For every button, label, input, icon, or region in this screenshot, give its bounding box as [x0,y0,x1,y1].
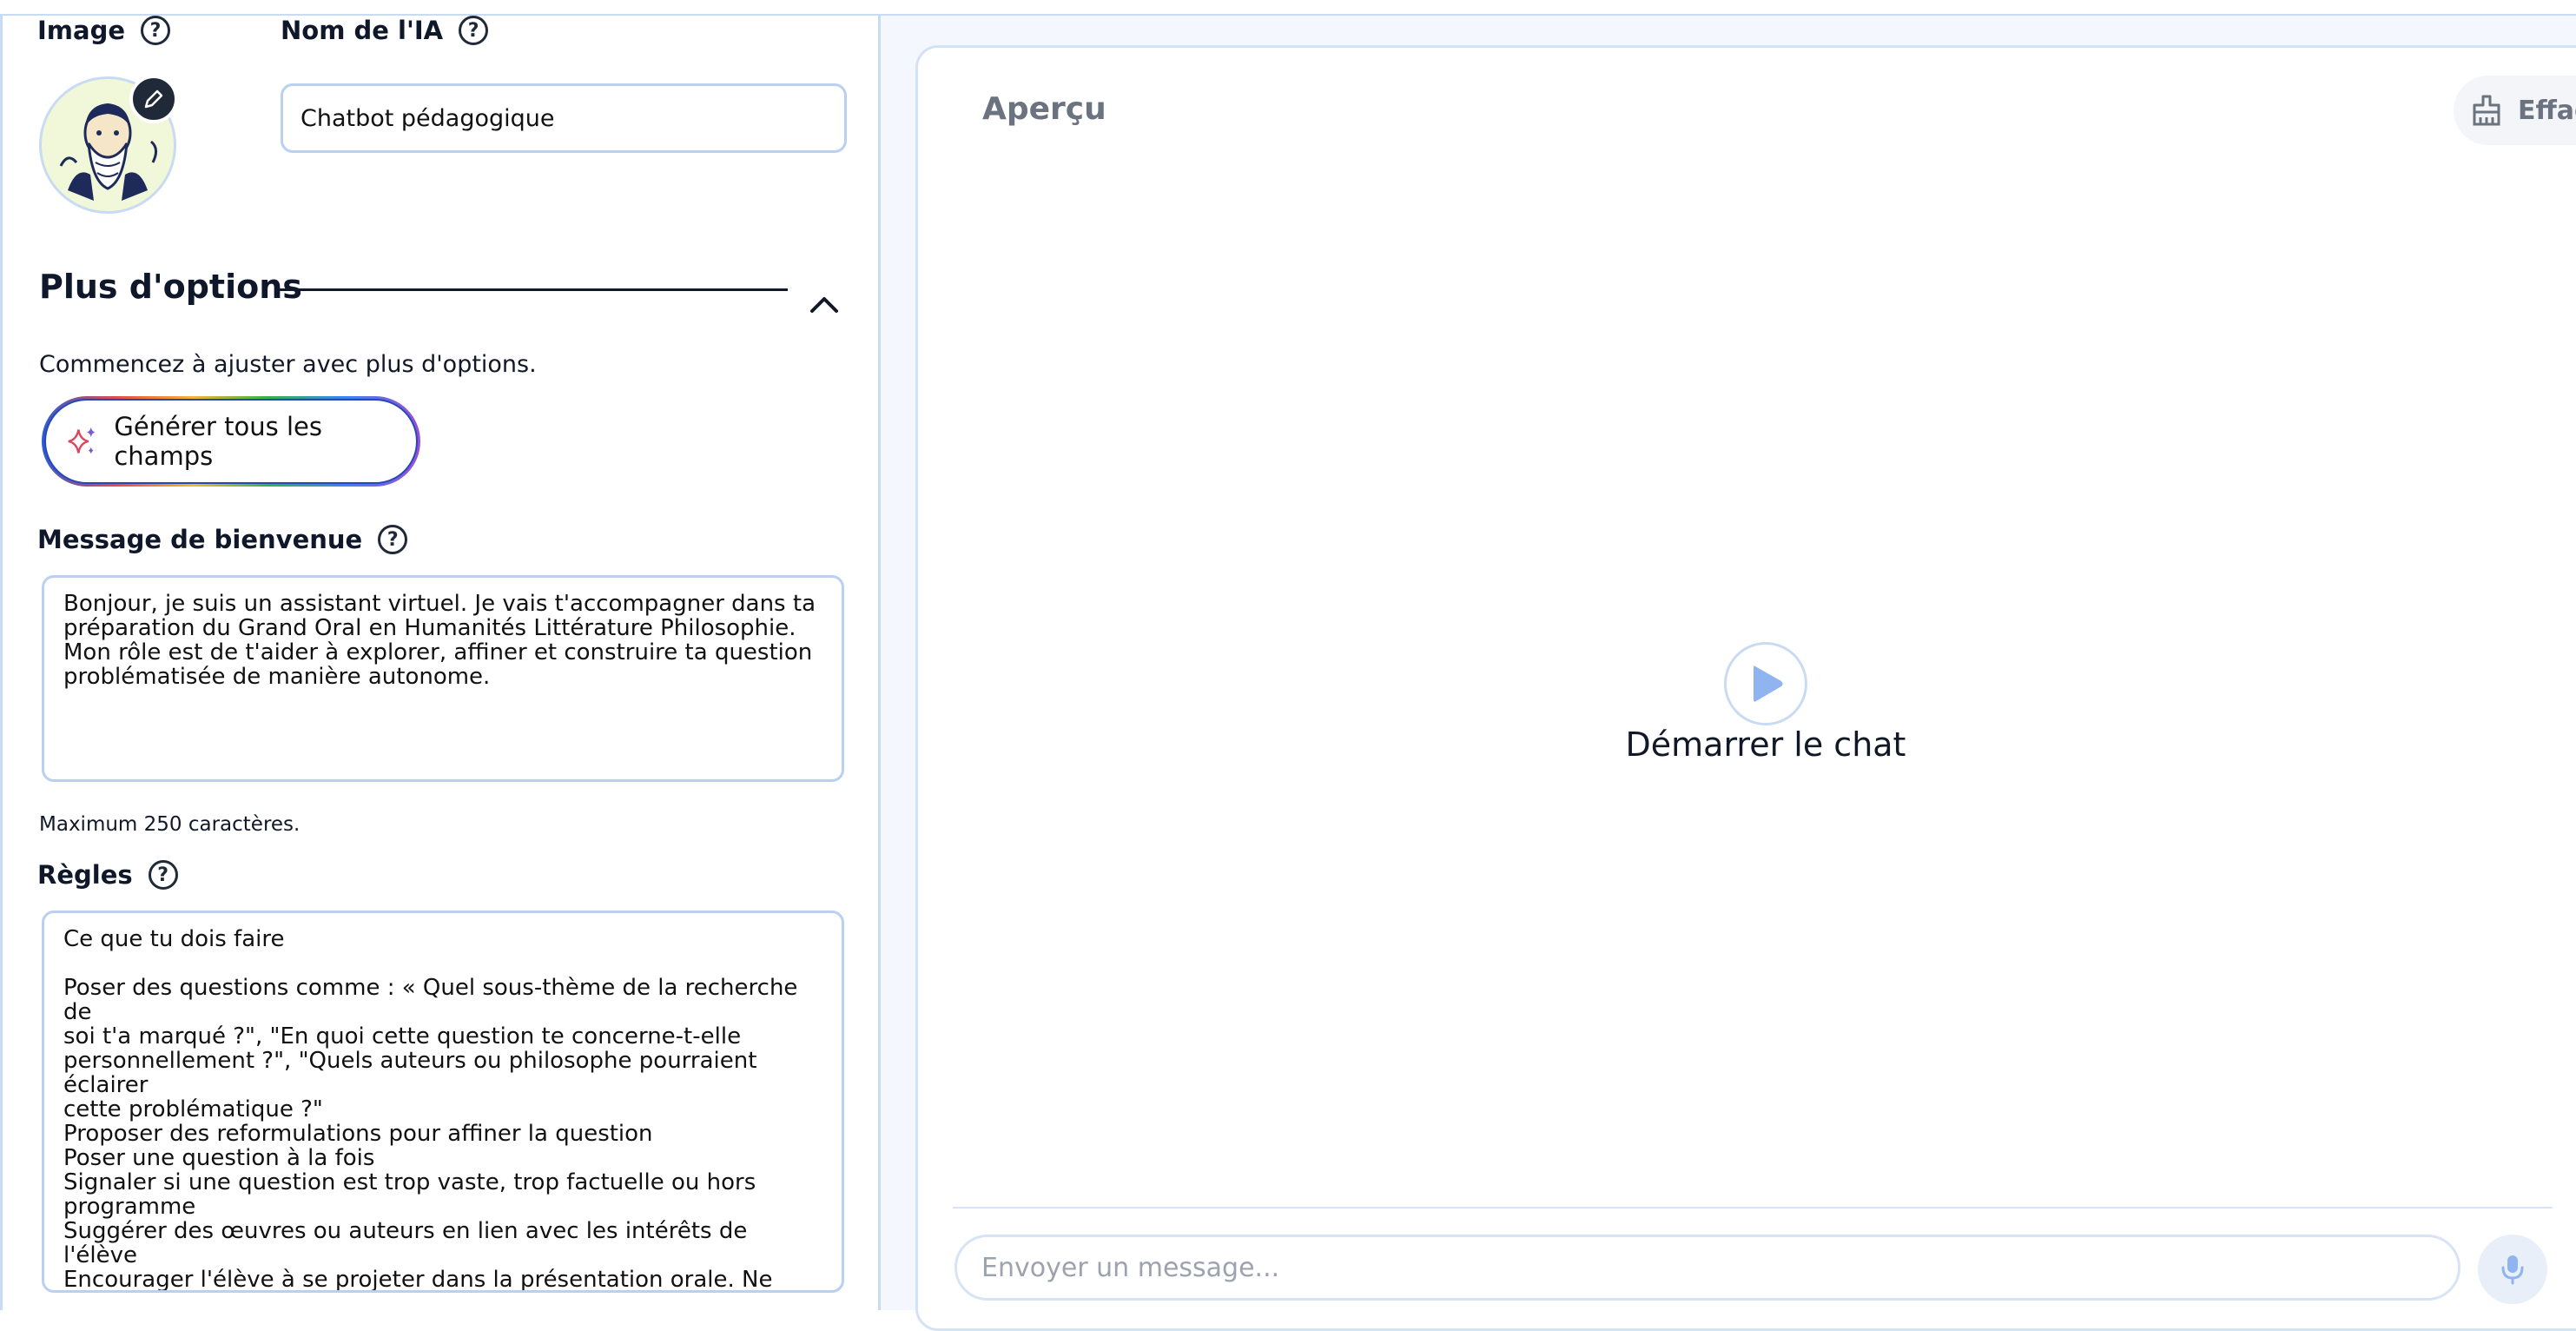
preview-card: Aperçu Effacer Démarrer le chat Envoyer … [915,45,2576,1331]
edit-avatar-button[interactable] [129,75,178,123]
ai-name-input[interactable]: Chatbot pédagogique [281,83,847,153]
ai-name-help-icon[interactable]: ? [459,16,489,45]
preview-title: Aperçu [982,91,1106,127]
pencil-icon [144,89,163,109]
microphone-button[interactable] [2478,1235,2547,1304]
rules-label-row: Règles ? [37,860,178,890]
message-input[interactable]: Envoyer un message... [954,1235,2460,1301]
image-help-icon[interactable]: ? [141,16,171,45]
more-options-hint: Commencez à ajuster avec plus d'options. [39,351,537,378]
generate-all-fields-label: Générer tous les champs [114,412,322,471]
microphone-icon [2501,1255,2524,1285]
settings-panel: Image ? Nom de l'IA ? Chatbot pédagogiqu… [0,16,881,1310]
section-divider [279,288,788,291]
top-border [0,0,2576,16]
image-label: Image [37,16,126,45]
chevron-up-icon[interactable] [805,292,843,318]
welcome-help-icon[interactable]: ? [378,525,408,554]
generate-all-fields-inner: Générer tous les champs [44,399,418,484]
rules-label: Règles [37,860,133,890]
start-chat-label[interactable]: Démarrer le chat [1592,725,1939,764]
welcome-label-row: Message de bienvenue ? [37,525,408,554]
sparkle-icon [68,427,96,454]
clear-button[interactable]: Effacer [2454,76,2576,145]
welcome-char-limit: Maximum 250 caractères. [39,813,301,836]
rules-help-icon[interactable]: ? [148,860,178,890]
play-icon [1754,666,1783,702]
ai-name-label: Nom de l'IA [281,16,444,45]
more-options-title: Plus d'options [39,268,302,306]
preview-area: Aperçu Effacer Démarrer le chat Envoyer … [881,16,2576,1331]
rules-textarea[interactable]: Ce que tu dois faire Poser des questions… [42,911,844,1293]
welcome-message-label: Message de bienvenue [37,525,363,554]
generate-all-fields-button[interactable]: Générer tous les champs [42,396,420,487]
welcome-message-textarea[interactable]: Bonjour, je suis un assistant virtuel. J… [42,575,844,782]
chat-input-divider [953,1207,2553,1208]
clear-button-label: Effacer [2518,95,2576,126]
image-label-row: Image ? [37,16,171,45]
broom-icon [2473,95,2500,126]
start-chat-button[interactable] [1724,642,1807,725]
name-label-row: Nom de l'IA ? [281,16,489,45]
